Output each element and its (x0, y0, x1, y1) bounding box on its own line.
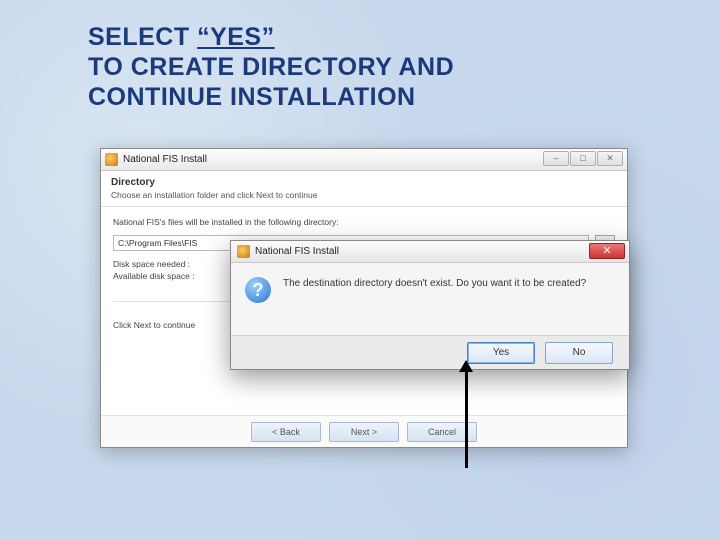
next-button[interactable]: Next > (329, 422, 399, 442)
dialog-footer: Yes No (231, 335, 629, 369)
intro-text: National FIS's files will be installed i… (113, 217, 615, 227)
heading-line-1: SELECT “YES” (88, 22, 454, 52)
dialog-message: The destination directory doesn't exist.… (283, 277, 586, 291)
dialog-app-icon (237, 245, 250, 258)
disk-avail-label: Available disk space : (113, 271, 195, 281)
section-header: Directory Choose an installation folder … (101, 171, 627, 207)
dialog-titlebar: National FIS Install ✕ (231, 241, 629, 263)
yes-button[interactable]: Yes (467, 342, 535, 364)
section-title: Directory (111, 177, 617, 188)
heading-yes: “YES” (197, 23, 275, 51)
minimize-button[interactable]: – (543, 151, 569, 166)
section-subtitle: Choose an installation folder and click … (111, 190, 617, 200)
window-controls: – □ ✕ (542, 151, 623, 166)
disk-needed-label: Disk space needed : (113, 259, 190, 269)
dialog-body: ? The destination directory doesn't exis… (231, 263, 629, 313)
pointer-arrow (465, 370, 468, 468)
question-icon: ? (245, 277, 271, 303)
heading-line-3: CONTINUE INSTALLATION (88, 82, 454, 112)
no-button[interactable]: No (545, 342, 613, 364)
back-button[interactable]: < Back (251, 422, 321, 442)
heading-select: SELECT (88, 23, 197, 51)
slide-heading: SELECT “YES” TO CREATE DIRECTORY AND CON… (88, 22, 454, 112)
installer-titlebar: National FIS Install – □ ✕ (101, 149, 627, 171)
wizard-footer: < Back Next > Cancel (101, 415, 627, 447)
app-icon (105, 153, 118, 166)
dialog-close-button[interactable]: ✕ (589, 243, 625, 259)
confirm-dialog: National FIS Install ✕ ? The destination… (230, 240, 630, 370)
heading-line-2: TO CREATE DIRECTORY AND (88, 52, 454, 82)
installer-title: National FIS Install (123, 154, 207, 165)
dialog-title: National FIS Install (255, 246, 339, 257)
close-button[interactable]: ✕ (597, 151, 623, 166)
maximize-button[interactable]: □ (570, 151, 596, 166)
